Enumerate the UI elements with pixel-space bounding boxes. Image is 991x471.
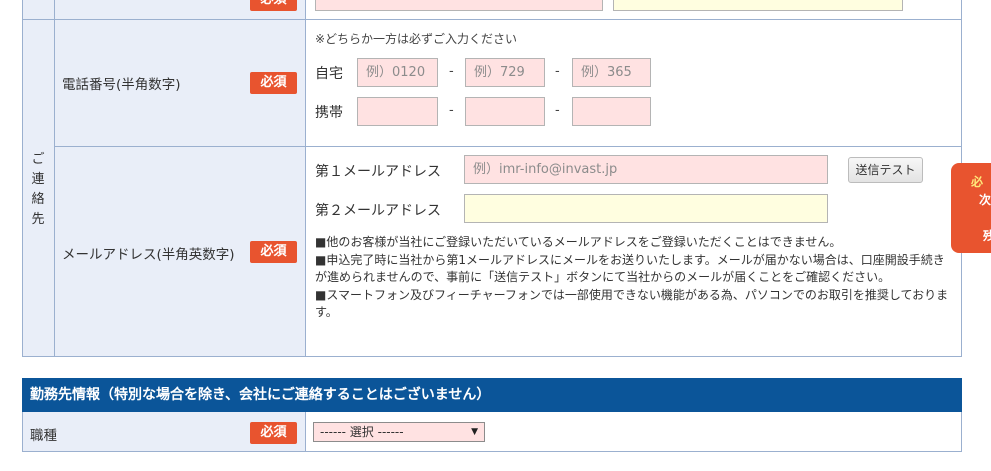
email-2-label: 第２メールアドレス xyxy=(315,203,441,219)
dash: - xyxy=(555,64,560,79)
table-border xyxy=(305,0,306,357)
table-border xyxy=(22,451,962,452)
occupation-label: 職種 xyxy=(30,428,57,444)
dropdown-arrow-icon: ▼ xyxy=(471,427,478,437)
side-tab-char-2: 次 xyxy=(979,193,991,207)
table-border xyxy=(22,0,23,357)
top-required-badge: 必須 xyxy=(250,0,297,11)
mobile-phone-2-input[interactable] xyxy=(465,97,545,126)
home-label: 自宅 xyxy=(315,66,343,82)
occupation-select-value: ------ 選択 ------ xyxy=(320,425,404,439)
email-2-input[interactable] xyxy=(464,194,828,223)
table-border xyxy=(961,412,962,452)
top-input-left[interactable] xyxy=(315,0,603,11)
side-tab-char-3: 残 xyxy=(983,229,991,243)
contact-group-label: ご 連 絡 先 xyxy=(31,152,45,227)
table-border xyxy=(22,412,23,452)
table-border xyxy=(305,412,306,452)
table-border xyxy=(54,146,962,147)
employer-section-header: 勤務先情報（特別な場合を除き、会社にご連絡することはございません） xyxy=(22,378,962,412)
occupation-select[interactable]: ------ 選択 ------ ▼ xyxy=(313,422,485,442)
email-1-input[interactable] xyxy=(464,155,828,184)
send-test-button[interactable]: 送信テスト xyxy=(848,157,923,183)
email-note-2: ■申込完了時に当社から第1メールアドレスにメールをお送りいたします。メールが届か… xyxy=(315,252,945,285)
home-phone-2-input[interactable] xyxy=(465,58,545,87)
table-border xyxy=(54,0,55,357)
top-input-right[interactable] xyxy=(613,0,903,11)
phone-note: ※どちらか一方は必ずご入力ください xyxy=(315,32,518,46)
email-note-3: ■スマートフォン及びフィーチャーフォンでは一部使用できない機能がある為、パソコン… xyxy=(315,287,949,320)
email-1-label: 第１メールアドレス xyxy=(315,164,441,180)
home-phone-3-input[interactable] xyxy=(572,58,651,87)
email-required-badge: 必須 xyxy=(250,241,297,263)
email-note-1: ■他のお客様が当社にご登録いただいているメールアドレスをご登録いただくことはでき… xyxy=(315,235,842,249)
occupation-required-badge: 必須 xyxy=(250,422,297,444)
dash: - xyxy=(449,64,454,79)
email-label: メールアドレス(半角英数字) xyxy=(62,247,235,263)
dash: - xyxy=(555,103,560,118)
top-group-cell xyxy=(22,0,54,20)
dash: - xyxy=(449,103,454,118)
table-border xyxy=(22,356,962,357)
home-phone-1-input[interactable] xyxy=(357,58,438,87)
floating-side-tab[interactable]: 必 次 残 xyxy=(951,163,991,253)
table-border xyxy=(22,19,962,20)
email-notes: ■他のお客様が当社にご登録いただいているメールアドレスをご登録いただくことはでき… xyxy=(315,234,953,322)
mobile-phone-1-input[interactable] xyxy=(357,97,438,126)
mobile-phone-3-input[interactable] xyxy=(572,97,651,126)
phone-required-badge: 必須 xyxy=(250,72,297,94)
mobile-label: 携帯 xyxy=(315,105,343,121)
side-tab-char-1: 必 xyxy=(971,175,984,189)
phone-label: 電話番号(半角数字) xyxy=(62,77,181,93)
